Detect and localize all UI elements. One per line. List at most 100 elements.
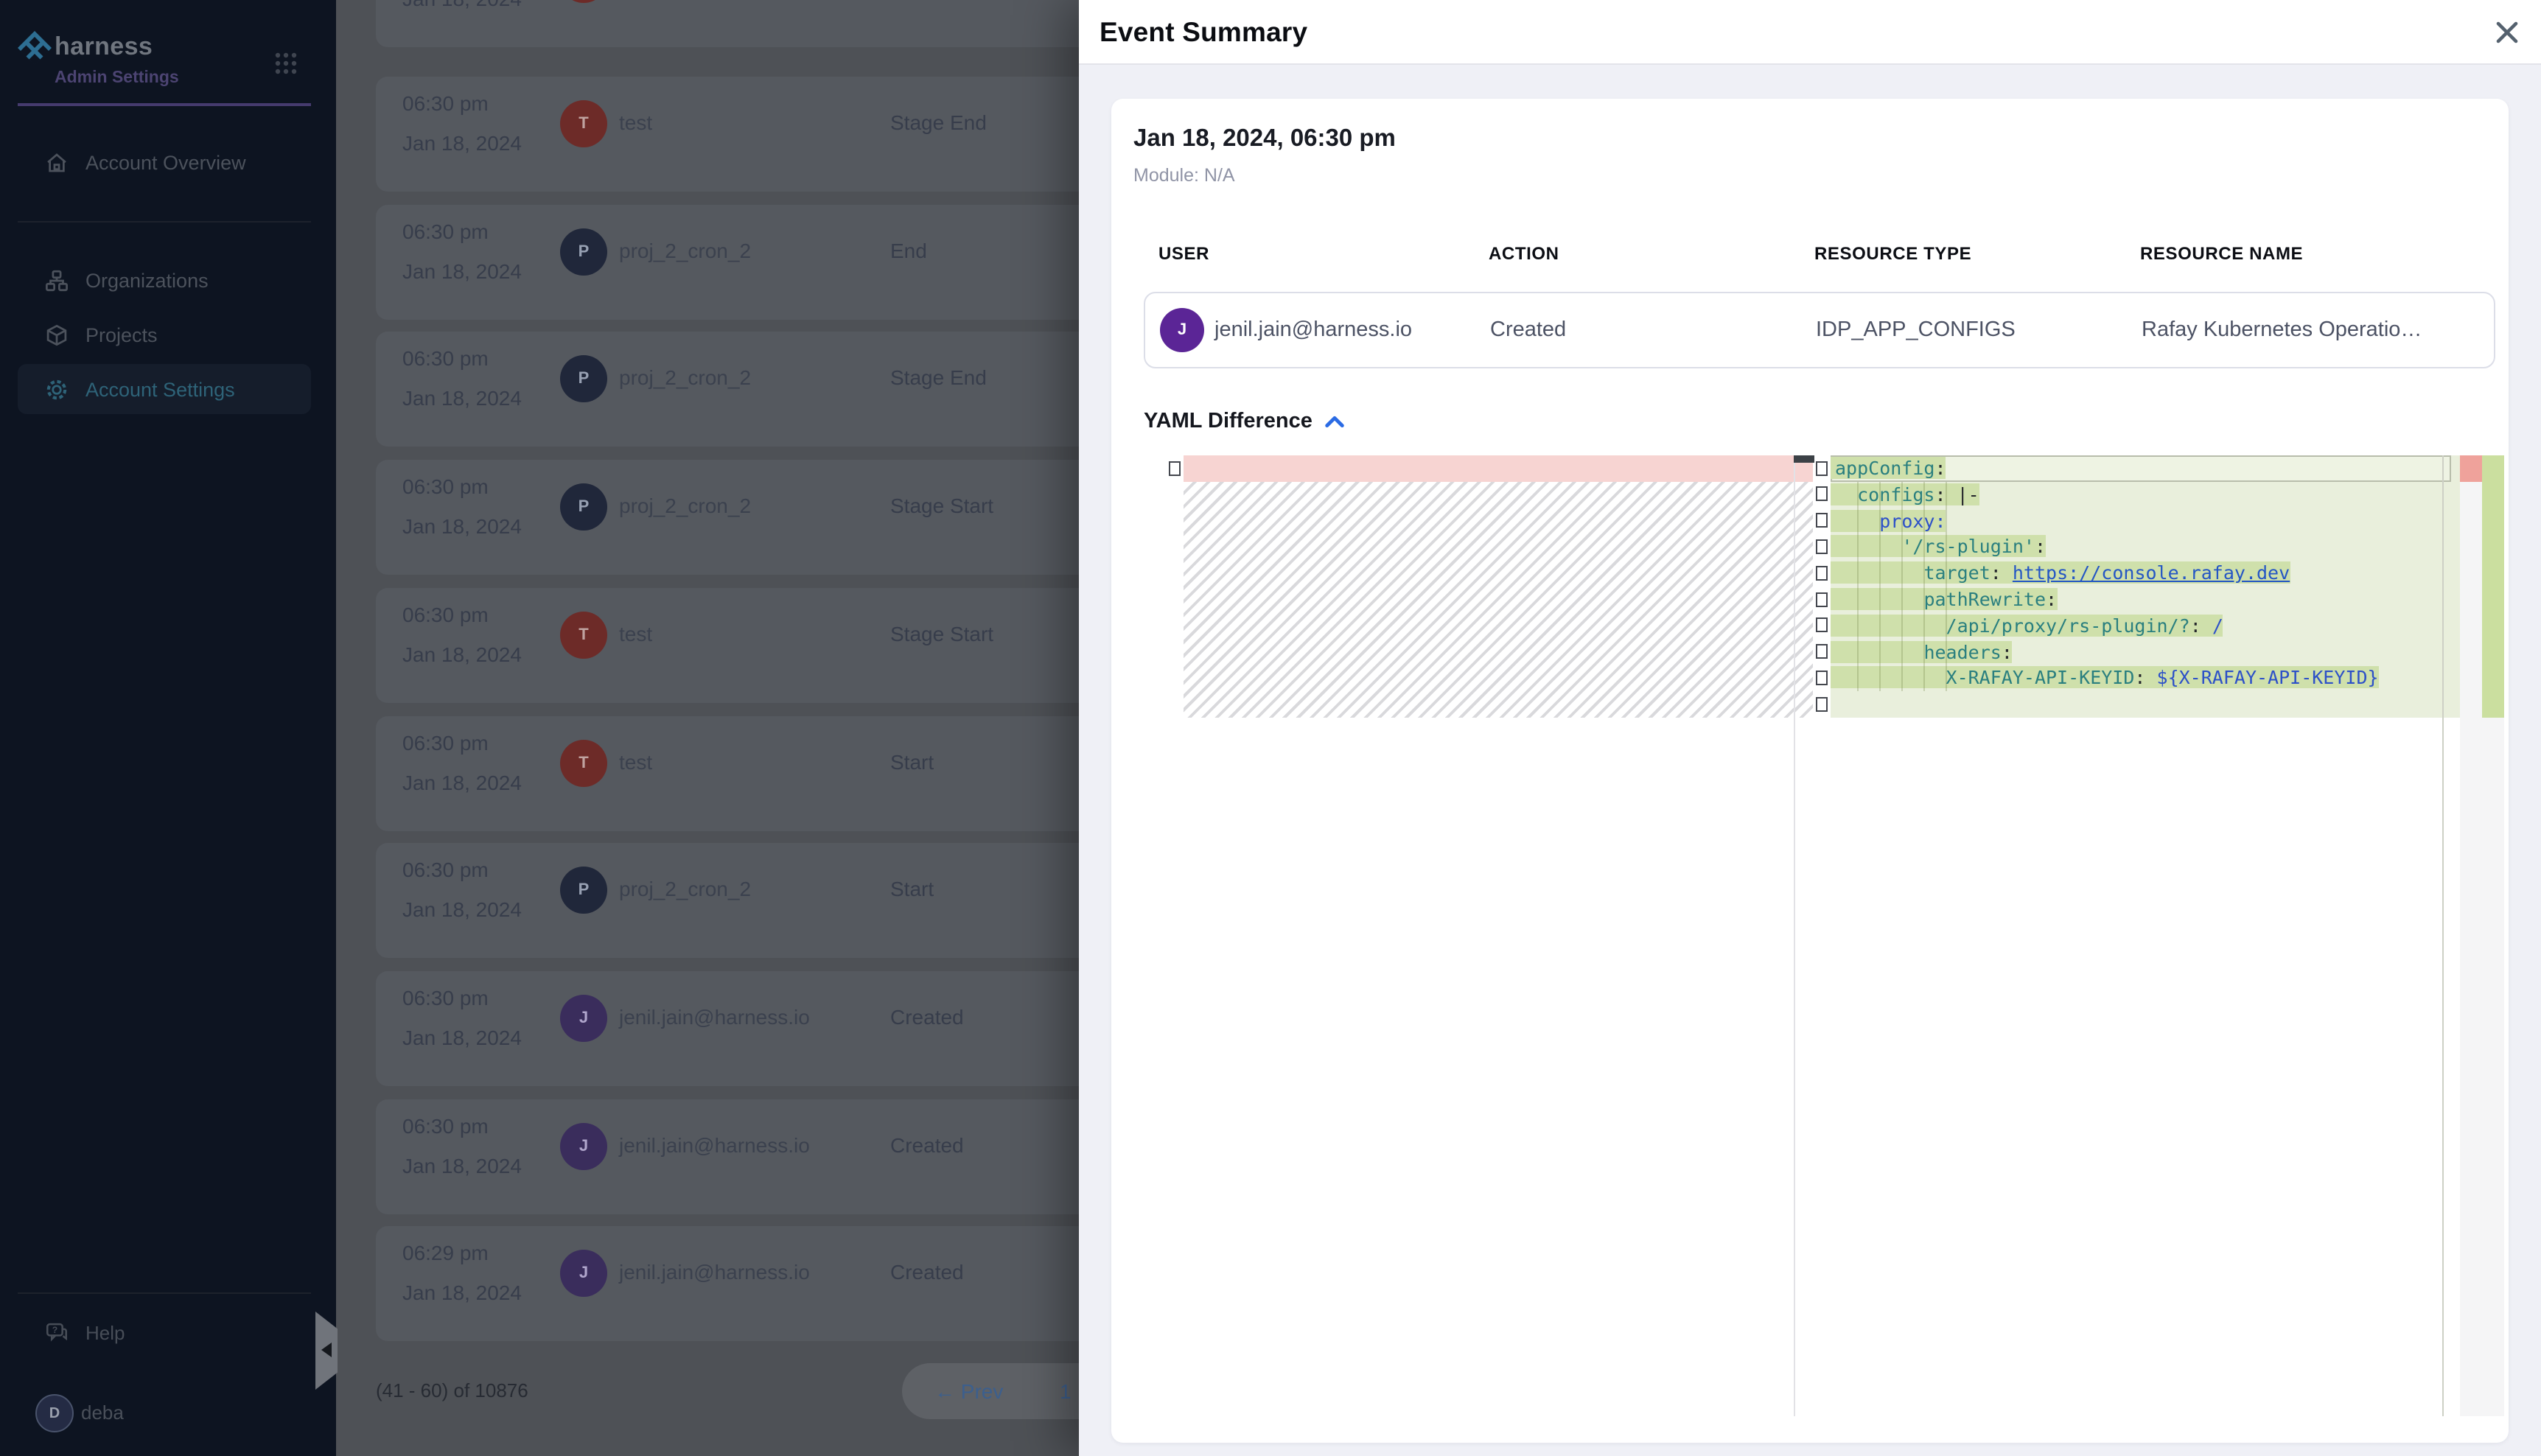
avatar: P xyxy=(560,228,607,275)
event-time: 06:30 pm xyxy=(402,986,489,1009)
diff-code-line xyxy=(1831,691,2463,718)
diff-scrollbar[interactable] xyxy=(2460,455,2482,1416)
user-name[interactable]: deba xyxy=(81,1401,124,1424)
pagination-prev-button[interactable]: ← Prev xyxy=(934,1379,1003,1403)
diff-gutter-marker xyxy=(1815,513,1827,528)
indent-guide xyxy=(1923,482,1925,691)
avatar: J xyxy=(560,1122,607,1169)
yaml-diff-editor: appConfig: configs: |- proxy: '/rs-plugi… xyxy=(1169,455,2507,1416)
event-action: Created xyxy=(890,1133,964,1156)
org-chart-icon xyxy=(44,267,69,293)
audit-row[interactable]: 06:30 pmJan 18, 2024Jjenil.jain@harness.… xyxy=(376,1099,1079,1214)
event-action: Start xyxy=(890,749,934,773)
event-date: Jan 18, 2024 xyxy=(402,387,522,410)
event-date: Jan 18, 2024 xyxy=(402,770,522,794)
sidebar-item-label: Organizations xyxy=(85,269,209,291)
sidebar-item-help[interactable]: ? Help xyxy=(18,1307,311,1357)
event-user-name: proj_2_cron_2 xyxy=(619,366,751,390)
event-time: 06:30 pm xyxy=(402,219,489,242)
sidebar-item-label: Account Overview xyxy=(85,151,246,173)
event-date: Jan 18, 2024 xyxy=(402,259,522,282)
column-header-action: ACTION xyxy=(1489,243,1559,264)
event-action: Created xyxy=(890,1261,964,1284)
audit-row[interactable]: 06:30 pmJan 18, 2024TtestStage Start xyxy=(376,588,1079,703)
event-user-name: test xyxy=(619,749,652,773)
diff-gutter-marker xyxy=(1815,671,1827,685)
sidebar-item-account-overview[interactable]: Account Overview xyxy=(18,137,311,187)
diff-code-line: pathRewrite: xyxy=(1831,587,2463,613)
close-icon[interactable] xyxy=(2494,19,2520,46)
sidebar-footer-divider xyxy=(18,1292,311,1294)
audit-row[interactable]: 06:30 pmJan 18, 2024Pproj_2_cron_2End xyxy=(376,204,1079,319)
diff-sash-handle[interactable] xyxy=(1794,455,1814,463)
sidebar-brand-divider xyxy=(18,103,311,106)
event-datetime: Jan 18, 2024, 06:30 pm xyxy=(1133,125,1396,153)
audit-row[interactable]: 06:30 pmJan 18, 2024TtestEnd xyxy=(376,0,1079,47)
avatar: P xyxy=(560,483,607,531)
event-date: Jan 18, 2024 xyxy=(402,1026,522,1049)
event-time: 06:30 pm xyxy=(402,475,489,498)
drawer-title: Event Summary xyxy=(1100,16,1307,49)
diff-right-pane[interactable]: appConfig: configs: |- proxy: '/rs-plugi… xyxy=(1831,455,2463,1416)
audit-row[interactable]: 06:30 pmJan 18, 2024Pproj_2_cron_2Stage … xyxy=(376,460,1079,575)
sidebar-item-label: Projects xyxy=(85,323,158,346)
event-action: End xyxy=(890,238,927,262)
audit-row[interactable]: 06:30 pmJan 18, 2024Pproj_2_cron_2Stage … xyxy=(376,332,1079,447)
avatar: P xyxy=(560,867,607,914)
column-header-user: USER xyxy=(1158,243,1209,264)
yaml-difference-label: YAML Difference xyxy=(1144,410,1313,433)
sidebar: harness Admin Settings Account Overview xyxy=(0,0,336,1456)
sidebar-item-organizations[interactable]: Organizations xyxy=(18,255,311,305)
diff-code-line: configs: |- xyxy=(1831,482,2463,508)
diff-code-line: headers: xyxy=(1831,639,2463,665)
sidebar-item-account-settings[interactable]: Account Settings xyxy=(18,364,311,414)
diff-code-line: appConfig: xyxy=(1831,455,2463,482)
indent-guide xyxy=(1879,482,1881,691)
diff-code-line: target: https://console.rafay.dev xyxy=(1831,560,2463,587)
event-time: 06:30 pm xyxy=(402,603,489,626)
diff-code-line: '/rs-plugin': xyxy=(1831,534,2463,561)
diff-left-pane[interactable] xyxy=(1184,455,1794,1416)
event-action: Created xyxy=(890,1005,964,1029)
event-date: Jan 18, 2024 xyxy=(402,514,522,538)
indent-guide xyxy=(1946,482,1947,691)
audit-row[interactable]: 06:30 pmJan 18, 2024Pproj_2_cron_2Start xyxy=(376,843,1079,958)
diff-code-line: X-RAFAY-API-KEYID: ${X-RAFAY-API-KEYID} xyxy=(1831,665,2463,692)
app-grid-icon[interactable] xyxy=(274,52,298,75)
event-time: 06:30 pm xyxy=(402,91,489,115)
avatar: T xyxy=(560,0,607,3)
audit-row[interactable]: 06:30 pmJan 18, 2024TtestStage End xyxy=(376,77,1079,192)
diff-left-placeholder-hatch xyxy=(1184,482,1794,718)
background-page: harness Admin Settings Account Overview xyxy=(0,0,1079,1456)
diff-gutter-marker xyxy=(1169,461,1181,475)
scrollbar-delete-marker xyxy=(2460,455,2482,482)
sidebar-item-projects[interactable]: Projects xyxy=(18,309,311,360)
diff-gutter-marker xyxy=(1815,461,1827,475)
cube-icon xyxy=(44,322,69,347)
event-date: Jan 18, 2024 xyxy=(402,0,522,10)
indent-guide xyxy=(1901,482,1903,691)
pagination-page-1[interactable]: 1 xyxy=(1060,1379,1072,1403)
pagination-range: (41 - 60) of 10876 xyxy=(376,1379,528,1401)
audit-row[interactable]: 06:29 pmJan 18, 2024Jjenil.jain@harness.… xyxy=(376,1227,1079,1342)
audit-event-list: 06:30 pmJan 18, 2024TtestEnd06:30 pmJan … xyxy=(376,0,1079,1456)
event-module: Module: N/A xyxy=(1133,165,1235,186)
audit-row[interactable]: 06:30 pmJan 18, 2024TtestStart xyxy=(376,715,1079,830)
diff-deleted-line xyxy=(1184,455,1794,482)
sidebar-help-label: Help xyxy=(85,1321,125,1343)
yaml-difference-toggle[interactable]: YAML Difference xyxy=(1144,410,1346,433)
diff-gutter-marker xyxy=(1815,539,1827,554)
diff-gutter-marker xyxy=(1815,565,1827,580)
overview-insert-marker xyxy=(2482,455,2504,718)
event-date: Jan 18, 2024 xyxy=(402,1281,522,1305)
brand-name: harness xyxy=(55,32,153,62)
user-avatar[interactable]: D xyxy=(35,1394,74,1432)
event-user: jenil.jain@harness.io xyxy=(1214,318,1412,342)
event-time: 06:30 pm xyxy=(402,858,489,881)
drawer-header: Event Summary xyxy=(1079,0,2541,65)
diff-gutter-marker xyxy=(1815,696,1827,711)
event-action: Start xyxy=(890,877,934,900)
diff-code-line: /api/proxy/rs-plugin/?: / xyxy=(1831,613,2463,640)
event-user-name: test xyxy=(619,111,652,134)
audit-row[interactable]: 06:30 pmJan 18, 2024Jjenil.jain@harness.… xyxy=(376,971,1079,1086)
